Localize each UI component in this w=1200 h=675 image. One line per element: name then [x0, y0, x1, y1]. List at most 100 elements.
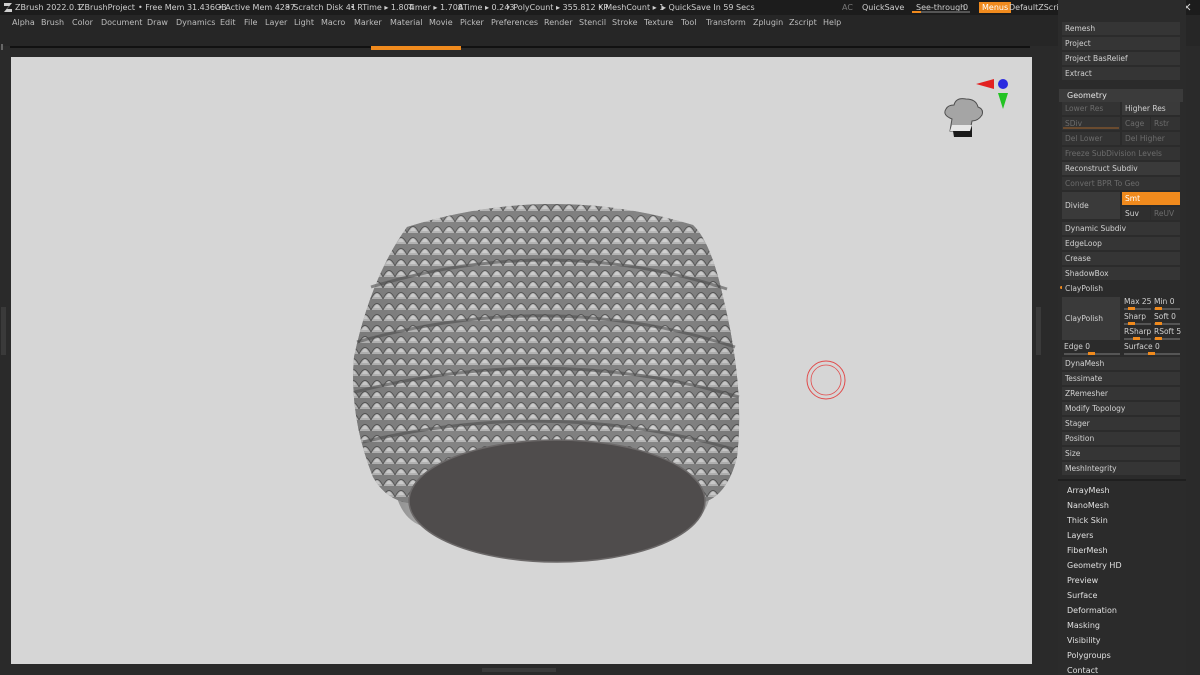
sharp-slider-label: Sharp	[1124, 312, 1146, 321]
subpalette-fibermesh[interactable]: FiberMesh	[1067, 545, 1108, 557]
panel-item-tessimate[interactable]: Tessimate	[1062, 372, 1180, 385]
smt-toggle[interactable]: Smt	[1122, 192, 1180, 205]
canvas-viewport[interactable]	[11, 57, 1032, 664]
convert-bpr-button[interactable]: Convert BPR To Geo	[1062, 177, 1180, 190]
panel-item-remesh[interactable]: Remesh	[1062, 22, 1180, 35]
subpalette-surface[interactable]: Surface	[1067, 590, 1097, 602]
menu-document[interactable]: Document	[101, 18, 142, 27]
left-tray-handle[interactable]	[1, 307, 6, 355]
sharp-slider-knob[interactable]	[1128, 322, 1135, 325]
reuv-button[interactable]: ReUV	[1151, 207, 1180, 220]
top-divider	[10, 46, 1030, 48]
panel-item-size[interactable]: Size	[1062, 447, 1180, 460]
menu-brush[interactable]: Brush	[41, 18, 64, 27]
bottom-tray-handle[interactable]	[482, 668, 556, 672]
crease-button[interactable]: Crease	[1062, 252, 1180, 265]
menu-picker[interactable]: Picker	[460, 18, 484, 27]
menu-marker[interactable]: Marker	[354, 18, 382, 27]
subpalette-preview[interactable]: Preview	[1067, 575, 1098, 587]
cage-button[interactable]: Cage	[1122, 117, 1150, 130]
menus-button[interactable]: Menus	[979, 2, 1012, 13]
higher-res-button[interactable]: Higher Res	[1122, 102, 1180, 115]
orientation-head-gizmo[interactable]	[936, 75, 1016, 157]
panel-top-cutoff	[1062, 6, 1180, 10]
edgeloop-button[interactable]: EdgeLoop	[1062, 237, 1180, 250]
min-slider-label: Min 0	[1154, 297, 1175, 306]
rstr-button[interactable]: Rstr	[1151, 117, 1180, 130]
reconstruct-subdiv-button[interactable]: Reconstruct Subdiv	[1062, 162, 1180, 175]
rsharp-slider-knob[interactable]	[1133, 337, 1140, 340]
claypolish-subheader[interactable]: ClayPolish	[1062, 282, 1180, 295]
panel-item-project-basrelief[interactable]: Project BasRelief	[1062, 52, 1180, 65]
menu-dynamics[interactable]: Dynamics	[176, 18, 215, 27]
menu-transform[interactable]: Transform	[706, 18, 746, 27]
min-slider-knob[interactable]	[1155, 307, 1162, 310]
menu-alpha[interactable]: Alpha	[12, 18, 35, 27]
see-through-value: 0	[963, 3, 969, 12]
panel-item-stager[interactable]: Stager	[1062, 417, 1180, 430]
menu-render[interactable]: Render	[544, 18, 572, 27]
menu-edit[interactable]: Edit	[220, 18, 236, 27]
subpalette-deformation[interactable]: Deformation	[1067, 605, 1117, 617]
panel-item-modify-topology[interactable]: Modify Topology	[1062, 402, 1180, 415]
panel-item-zremesher[interactable]: ZRemesher	[1062, 387, 1180, 400]
subpalette-layers[interactable]: Layers	[1067, 530, 1093, 542]
rtime: • RTime ▸ 1.804	[350, 3, 414, 12]
menu-zplugin[interactable]: Zplugin	[753, 18, 783, 27]
subpalette-geometry-hd[interactable]: Geometry HD	[1067, 560, 1122, 572]
see-through-slider-fill	[912, 11, 921, 13]
panel-item-position[interactable]: Position	[1062, 432, 1180, 445]
menu-texture[interactable]: Texture	[644, 18, 673, 27]
menu-layer[interactable]: Layer	[265, 18, 287, 27]
subpalette-masking[interactable]: Masking	[1067, 620, 1100, 632]
del-higher-button[interactable]: Del Higher	[1122, 132, 1180, 145]
menu-movie[interactable]: Movie	[429, 18, 453, 27]
subpalette-contact[interactable]: Contact	[1067, 665, 1098, 675]
menu-color[interactable]: Color	[72, 18, 93, 27]
panel-item-extract[interactable]: Extract	[1062, 67, 1180, 80]
right-tray-handle[interactable]	[1036, 307, 1041, 355]
free-mem: • Free Mem 31.436GB	[138, 3, 227, 12]
tool-palette: Remesh Project Project BasRelief Extract Ge…	[1058, 0, 1186, 675]
menu-draw[interactable]: Draw	[147, 18, 168, 27]
edge-slider-knob[interactable]	[1088, 352, 1095, 355]
panel-item-dynamesh[interactable]: DynaMesh	[1062, 357, 1180, 370]
ac-label[interactable]: AC	[842, 0, 853, 15]
rsoft-slider-knob[interactable]	[1155, 337, 1162, 340]
menu-help[interactable]: Help	[823, 18, 841, 27]
shadowbox-button[interactable]: ShadowBox	[1062, 267, 1180, 280]
menu-material[interactable]: Material	[390, 18, 423, 27]
subpalette-polygroups[interactable]: Polygroups	[1067, 650, 1111, 662]
geometry-section-header[interactable]: Geometry	[1059, 89, 1183, 102]
freeze-subdivision-button[interactable]: Freeze SubDivision Levels	[1062, 147, 1180, 160]
soft-slider-knob[interactable]	[1155, 322, 1162, 325]
del-lower-button[interactable]: Del Lower	[1062, 132, 1120, 145]
menu-stroke[interactable]: Stroke	[612, 18, 638, 27]
menu-preferences[interactable]: Preferences	[491, 18, 538, 27]
menu-file[interactable]: File	[244, 18, 257, 27]
active-mem: • Active Mem 4287	[218, 3, 296, 12]
panel-item-project[interactable]: Project	[1062, 37, 1180, 50]
menu-tool[interactable]: Tool	[681, 18, 697, 27]
claypolish-button[interactable]: ClayPolish	[1062, 297, 1120, 340]
menu-light[interactable]: Light	[294, 18, 314, 27]
polycount: • PolyCount ▸ 355.812 KP	[506, 3, 609, 12]
divide-button[interactable]: Divide	[1062, 192, 1120, 219]
lower-res-button[interactable]: Lower Res	[1062, 102, 1120, 115]
subpalette-arraymesh[interactable]: ArrayMesh	[1067, 485, 1110, 497]
subpalette-nanomesh[interactable]: NanoMesh	[1067, 500, 1109, 512]
status-bar: ZBrush 2022.0.1 ZBrushProject . • Free M…	[0, 0, 1200, 15]
quicksave-timer: ▸ QuickSave In 59 Secs	[662, 3, 755, 12]
menu-stencil[interactable]: Stencil	[579, 18, 606, 27]
suv-toggle[interactable]: Suv	[1122, 207, 1150, 220]
subpalette-visibility[interactable]: Visibility	[1067, 635, 1101, 647]
menu-zscript[interactable]: Zscript	[789, 18, 817, 27]
menu-macro[interactable]: Macro	[321, 18, 345, 27]
subpalette-thick-skin[interactable]: Thick Skin	[1067, 515, 1108, 527]
dynamic-subdiv-button[interactable]: Dynamic Subdiv	[1062, 222, 1180, 235]
panel-item-meshintegrity[interactable]: MeshIntegrity	[1062, 462, 1180, 475]
max-slider-knob[interactable]	[1128, 307, 1135, 310]
surface-slider-knob[interactable]	[1148, 352, 1155, 355]
quicksave-button[interactable]: QuickSave	[862, 0, 904, 15]
timer: Timer ▸ 1.708	[408, 3, 463, 12]
